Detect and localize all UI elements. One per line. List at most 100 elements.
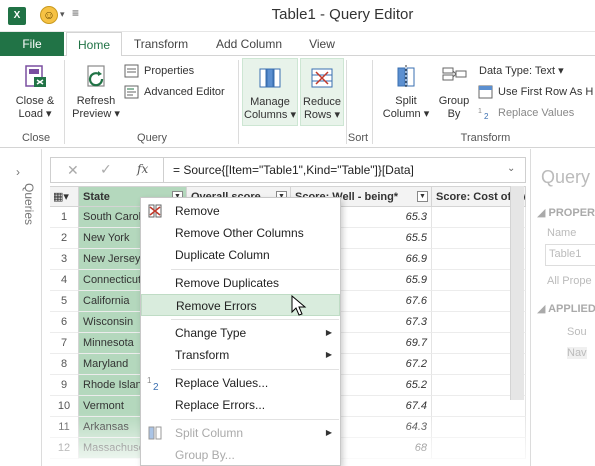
column-context-menu: Remove Remove Other Columns Duplicate Co… [140,197,341,466]
row-number: 11 [50,417,79,438]
confirm-icon[interactable]: ✓ [100,161,112,178]
query-settings-title: Query [541,167,591,187]
function-icon[interactable]: fx [137,162,148,176]
group-label-query: Query [137,132,167,144]
menu-separator [171,319,339,320]
row-number: 3 [50,249,79,270]
cell-cost-of-living[interactable] [432,438,526,459]
vertical-scrollbar[interactable] [510,186,524,400]
column-header-label: State [83,191,110,203]
refresh-label: Refresh [76,95,116,107]
table-menu-icon[interactable]: ▦▾ [50,187,79,207]
replace-values-button[interactable]: 12 Replace Values [478,104,574,122]
split-column-label: Split [395,95,417,107]
reduce-rows-label-2: Rows ▾ [303,109,341,121]
group-by-icon [439,62,469,92]
menu-separator [171,369,339,370]
menu-item-duplicate-column[interactable]: Duplicate Column [141,244,340,266]
name-value: Table1 [549,248,582,260]
advanced-editor-label: Advanced Editor [144,86,225,98]
menu-item-label: Remove Other Columns [175,226,304,240]
split-column-label-2: Column ▾ [382,108,430,120]
properties-button[interactable]: Properties [124,62,194,80]
advanced-editor-button[interactable]: Advanced Editor [124,83,225,101]
filter-dropdown-icon[interactable]: ▼ [417,191,428,202]
row-number: 1 [50,207,79,228]
name-label: Name [547,227,577,239]
menu-item-label: Remove [175,204,220,218]
menu-item-remove-other-columns[interactable]: Remove Other Columns [141,222,340,244]
queries-pane-collapsed[interactable]: › Queries [0,149,42,466]
applied-step-navigation[interactable]: Nav [567,347,587,359]
use-first-row-label: Use First Row As H [498,86,594,98]
menu-item-label: Duplicate Column [175,248,270,262]
group-by-label: Group [438,95,470,107]
group-by-button[interactable]: Group By [434,62,474,121]
close-load-button[interactable]: Close & Load ▾ [10,62,60,121]
menu-item-change-type[interactable]: Change Type ▶ [141,322,340,344]
menu-item-label: Change Type [175,326,247,340]
split-column-button[interactable]: Split Column ▾ [380,62,432,121]
menu-item-group-by[interactable]: Group By... [141,444,340,465]
menu-separator [171,269,339,270]
mouse-pointer-icon [291,295,307,316]
applied-steps-section-header[interactable]: ◢ APPLIED [537,302,595,315]
cancel-icon[interactable]: ✕ [67,162,79,179]
cell-cost-of-living[interactable] [432,417,526,438]
advanced-editor-icon [124,85,139,99]
reduce-rows-label: Reduce [303,96,341,108]
svg-text:2: 2 [484,112,489,120]
table-icon [478,85,493,99]
tab-view[interactable]: View [300,32,344,56]
group-label-sort: Sort [347,132,369,144]
refresh-label-2: Preview ▾ [72,108,120,120]
data-type-dropdown[interactable]: Data Type: Text ▾ [478,62,564,80]
split-column-icon [391,62,421,92]
manage-columns-icon [255,63,285,93]
tab-home[interactable]: Home [66,32,122,57]
row-number: 12 [50,438,79,459]
tab-transform[interactable]: Transform [126,32,196,56]
close-load-label-2: Load ▾ [18,108,52,120]
menu-item-replace-errors[interactable]: Replace Errors... [141,394,340,416]
row-number: 7 [50,333,79,354]
row-number: 8 [50,354,79,375]
remove-column-icon [147,203,163,219]
menu-item-transform[interactable]: Transform ▶ [141,344,340,366]
replace-values-icon: 12 [147,375,163,393]
close-load-label: Close & [15,95,55,107]
row-number: 6 [50,312,79,333]
expand-chevron-icon[interactable]: › [16,165,20,179]
row-number: 5 [50,291,79,312]
group-divider [238,60,239,144]
row-number: 2 [50,228,79,249]
expand-formula-icon[interactable]: ⌄ [507,163,515,174]
svg-text:2: 2 [153,382,159,391]
row-number: 4 [50,270,79,291]
formula-divider [163,158,164,182]
properties-section-header[interactable]: ◢ PROPER [537,206,595,219]
menu-item-remove-duplicates[interactable]: Remove Duplicates [141,272,340,294]
queries-label: Queries [22,183,36,226]
manage-columns-button[interactable]: Manage Columns ▾ [242,58,298,126]
menu-item-split-column[interactable]: Split Column ▶ [141,422,340,444]
applied-step-source[interactable]: Sou [567,326,587,338]
menu-item-label: Split Column [175,426,244,440]
split-column-icon [147,425,163,441]
data-type-label: Data Type: Text ▾ [479,65,564,77]
tab-file[interactable]: File [0,32,64,56]
group-divider [64,60,65,144]
refresh-preview-button[interactable]: Refresh Preview ▾ [70,62,122,121]
reduce-rows-button[interactable]: Reduce Rows ▾ [300,58,344,126]
formula-input[interactable]: = Source{[Item="Table1",Kind="Table"]}[D… [173,163,414,177]
manage-columns-label-2: Columns ▾ [244,109,296,121]
menu-item-remove[interactable]: Remove [141,200,340,222]
tab-add-column[interactable]: Add Column [208,32,290,56]
menu-item-label: Transform [175,348,230,362]
all-properties-link[interactable]: All Prope [547,275,592,287]
svg-text:1: 1 [147,376,152,385]
menu-item-remove-errors[interactable]: Remove Errors [141,294,340,316]
use-first-row-button[interactable]: Use First Row As H [478,83,593,101]
menu-item-replace-values[interactable]: 12 Replace Values... [141,372,340,394]
refresh-icon [81,62,111,92]
